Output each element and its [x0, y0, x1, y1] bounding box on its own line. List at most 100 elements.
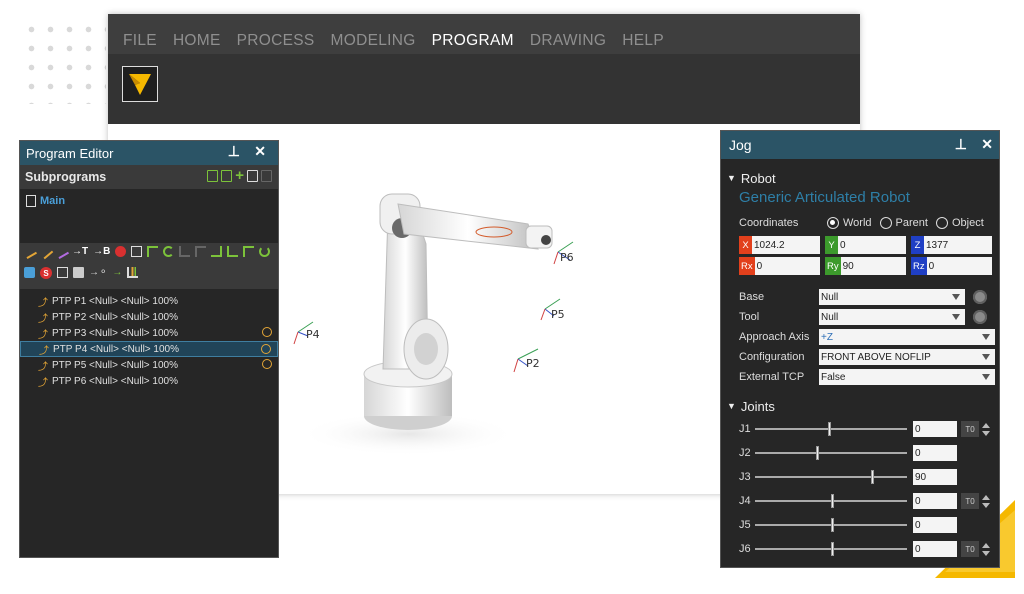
warning-icon[interactable]: [262, 359, 272, 369]
coord-field-ry[interactable]: Ry 90: [825, 257, 906, 275]
slider-thumb[interactable]: [870, 470, 874, 484]
radio-parent[interactable]: [879, 217, 892, 229]
joint-value-input[interactable]: 0: [913, 421, 957, 437]
edit-subprogram-icon[interactable]: [221, 170, 233, 182]
add-icon[interactable]: +: [235, 168, 244, 183]
text-statement-icon[interactable]: [57, 267, 68, 278]
slider-thumb[interactable]: [815, 446, 819, 460]
slider-thumb[interactable]: [831, 542, 834, 556]
delay-icon[interactable]: [24, 267, 35, 278]
signal-icon[interactable]: S: [40, 267, 52, 279]
joint-slider[interactable]: [755, 446, 907, 460]
gear-icon[interactable]: [973, 310, 987, 324]
slider-thumb[interactable]: [831, 518, 834, 532]
path-icon[interactable]: [53, 243, 70, 260]
while-icon[interactable]: [179, 246, 191, 257]
warning-icon[interactable]: [261, 344, 271, 354]
menu-home[interactable]: HOME: [173, 32, 221, 54]
joint-slider[interactable]: [755, 422, 907, 436]
loop-icon[interactable]: [163, 246, 175, 257]
assign-icon[interactable]: →⚬: [89, 267, 107, 286]
close-icon[interactable]: ✕: [254, 143, 266, 160]
set-base-icon[interactable]: →B: [93, 246, 110, 264]
coord-field-rx[interactable]: Rx 0: [739, 257, 820, 275]
slider-thumb[interactable]: [831, 494, 834, 508]
menu-drawing[interactable]: DRAWING: [530, 32, 606, 54]
slider-thumb[interactable]: [827, 422, 831, 436]
robot-section-header[interactable]: ▼ Robot: [721, 167, 999, 189]
joint-slider[interactable]: [755, 542, 907, 556]
joint-t0-button[interactable]: T0: [961, 421, 979, 437]
joint-slider[interactable]: [755, 518, 907, 532]
statement-row[interactable]: ⤴ PTP P2 <Null> <Null> 100%: [20, 309, 278, 325]
stop-icon[interactable]: [115, 246, 127, 257]
approach-axis-dropdown[interactable]: +Z: [819, 329, 995, 345]
point-label-p6[interactable]: P6: [560, 251, 574, 264]
menu-help[interactable]: HELP: [622, 32, 664, 54]
statement-row[interactable]: ⤴ PTP P5 <Null> <Null> 100%: [20, 357, 278, 373]
delete-icon[interactable]: [261, 170, 272, 182]
robot-model[interactable]: [363, 193, 553, 430]
joint-value-input[interactable]: 0: [913, 445, 957, 461]
point-label-p4[interactable]: P4: [306, 328, 320, 341]
radio-object[interactable]: [935, 217, 948, 229]
coord-field-rz[interactable]: Rz 0: [911, 257, 992, 275]
spinner-icon[interactable]: [981, 493, 991, 509]
menu-process[interactable]: PROCESS: [237, 32, 315, 54]
coord-value: 0: [756, 260, 763, 272]
subprogram-main[interactable]: Main: [20, 189, 278, 241]
joint-t0-button[interactable]: T0: [961, 541, 979, 557]
jog-titlebar[interactable]: Jog ⊥ ✕: [721, 131, 999, 159]
joint-t0-button[interactable]: T0: [961, 493, 979, 509]
branch-icon[interactable]: [211, 246, 223, 257]
statement-row[interactable]: ⤴ PTP P6 <Null> <Null> 100%: [20, 373, 278, 389]
chart-icon[interactable]: [127, 267, 139, 278]
comment-icon[interactable]: [131, 246, 143, 257]
switch-icon[interactable]: [195, 246, 207, 257]
pin-icon[interactable]: ⊥: [228, 143, 240, 160]
tool-dropdown[interactable]: Null: [819, 309, 965, 325]
copy-icon[interactable]: [247, 170, 258, 182]
variable-icon[interactable]: →: [112, 267, 122, 286]
external-tcp-dropdown[interactable]: False: [819, 369, 995, 385]
radio-world[interactable]: [827, 217, 839, 229]
joints-section-header[interactable]: ▼ Joints: [721, 395, 999, 417]
warning-icon[interactable]: [262, 327, 272, 337]
program-editor-titlebar[interactable]: Program Editor ⊥ ✕: [20, 141, 278, 165]
coord-field-z[interactable]: Z 1377: [911, 236, 992, 254]
menu-modeling[interactable]: MODELING: [331, 32, 416, 54]
print-icon[interactable]: [73, 267, 84, 278]
close-icon[interactable]: ✕: [981, 136, 993, 153]
set-tool-icon[interactable]: →T: [72, 246, 88, 264]
joint-value-input[interactable]: 0: [913, 541, 957, 557]
configuration-dropdown[interactable]: FRONT ABOVE NOFLIP: [819, 349, 995, 365]
refresh-icon[interactable]: [259, 246, 271, 257]
new-subprogram-icon[interactable]: [207, 170, 219, 182]
gear-icon[interactable]: [973, 290, 987, 304]
spinner-icon[interactable]: [981, 541, 991, 557]
menu-file[interactable]: FILE: [123, 32, 157, 54]
spinner-icon[interactable]: [981, 421, 991, 437]
robot-name[interactable]: Generic Articulated Robot: [721, 189, 999, 209]
joint-slider[interactable]: [755, 470, 907, 484]
joint-value-input[interactable]: 0: [913, 517, 957, 533]
ptp-icon[interactable]: [21, 243, 38, 260]
lin-icon[interactable]: [37, 243, 54, 260]
coord-field-y[interactable]: Y0: [825, 236, 906, 254]
menu-program[interactable]: PROGRAM: [432, 32, 514, 54]
joint-value-input[interactable]: 0: [913, 493, 957, 509]
point-label-p2[interactable]: P2: [526, 357, 540, 370]
app-logo[interactable]: [122, 66, 158, 102]
if-icon[interactable]: [147, 246, 159, 257]
pin-icon[interactable]: ⊥: [955, 136, 967, 153]
statement-row[interactable]: ⤴ PTP P1 <Null> <Null> 100%: [20, 293, 278, 309]
statement-row[interactable]: ⤴ PTP P4 <Null> <Null> 100%: [20, 341, 278, 357]
statement-row[interactable]: ⤴ PTP P3 <Null> <Null> 100%: [20, 325, 278, 341]
base-dropdown[interactable]: Null: [819, 289, 965, 305]
joint-slider[interactable]: [755, 494, 907, 508]
return-icon[interactable]: [227, 246, 239, 257]
point-label-p5[interactable]: P5: [551, 308, 565, 321]
joint-value-input[interactable]: 90: [913, 469, 957, 485]
goto-icon[interactable]: [243, 246, 255, 257]
coord-field-x[interactable]: X 1024.2: [739, 236, 820, 254]
